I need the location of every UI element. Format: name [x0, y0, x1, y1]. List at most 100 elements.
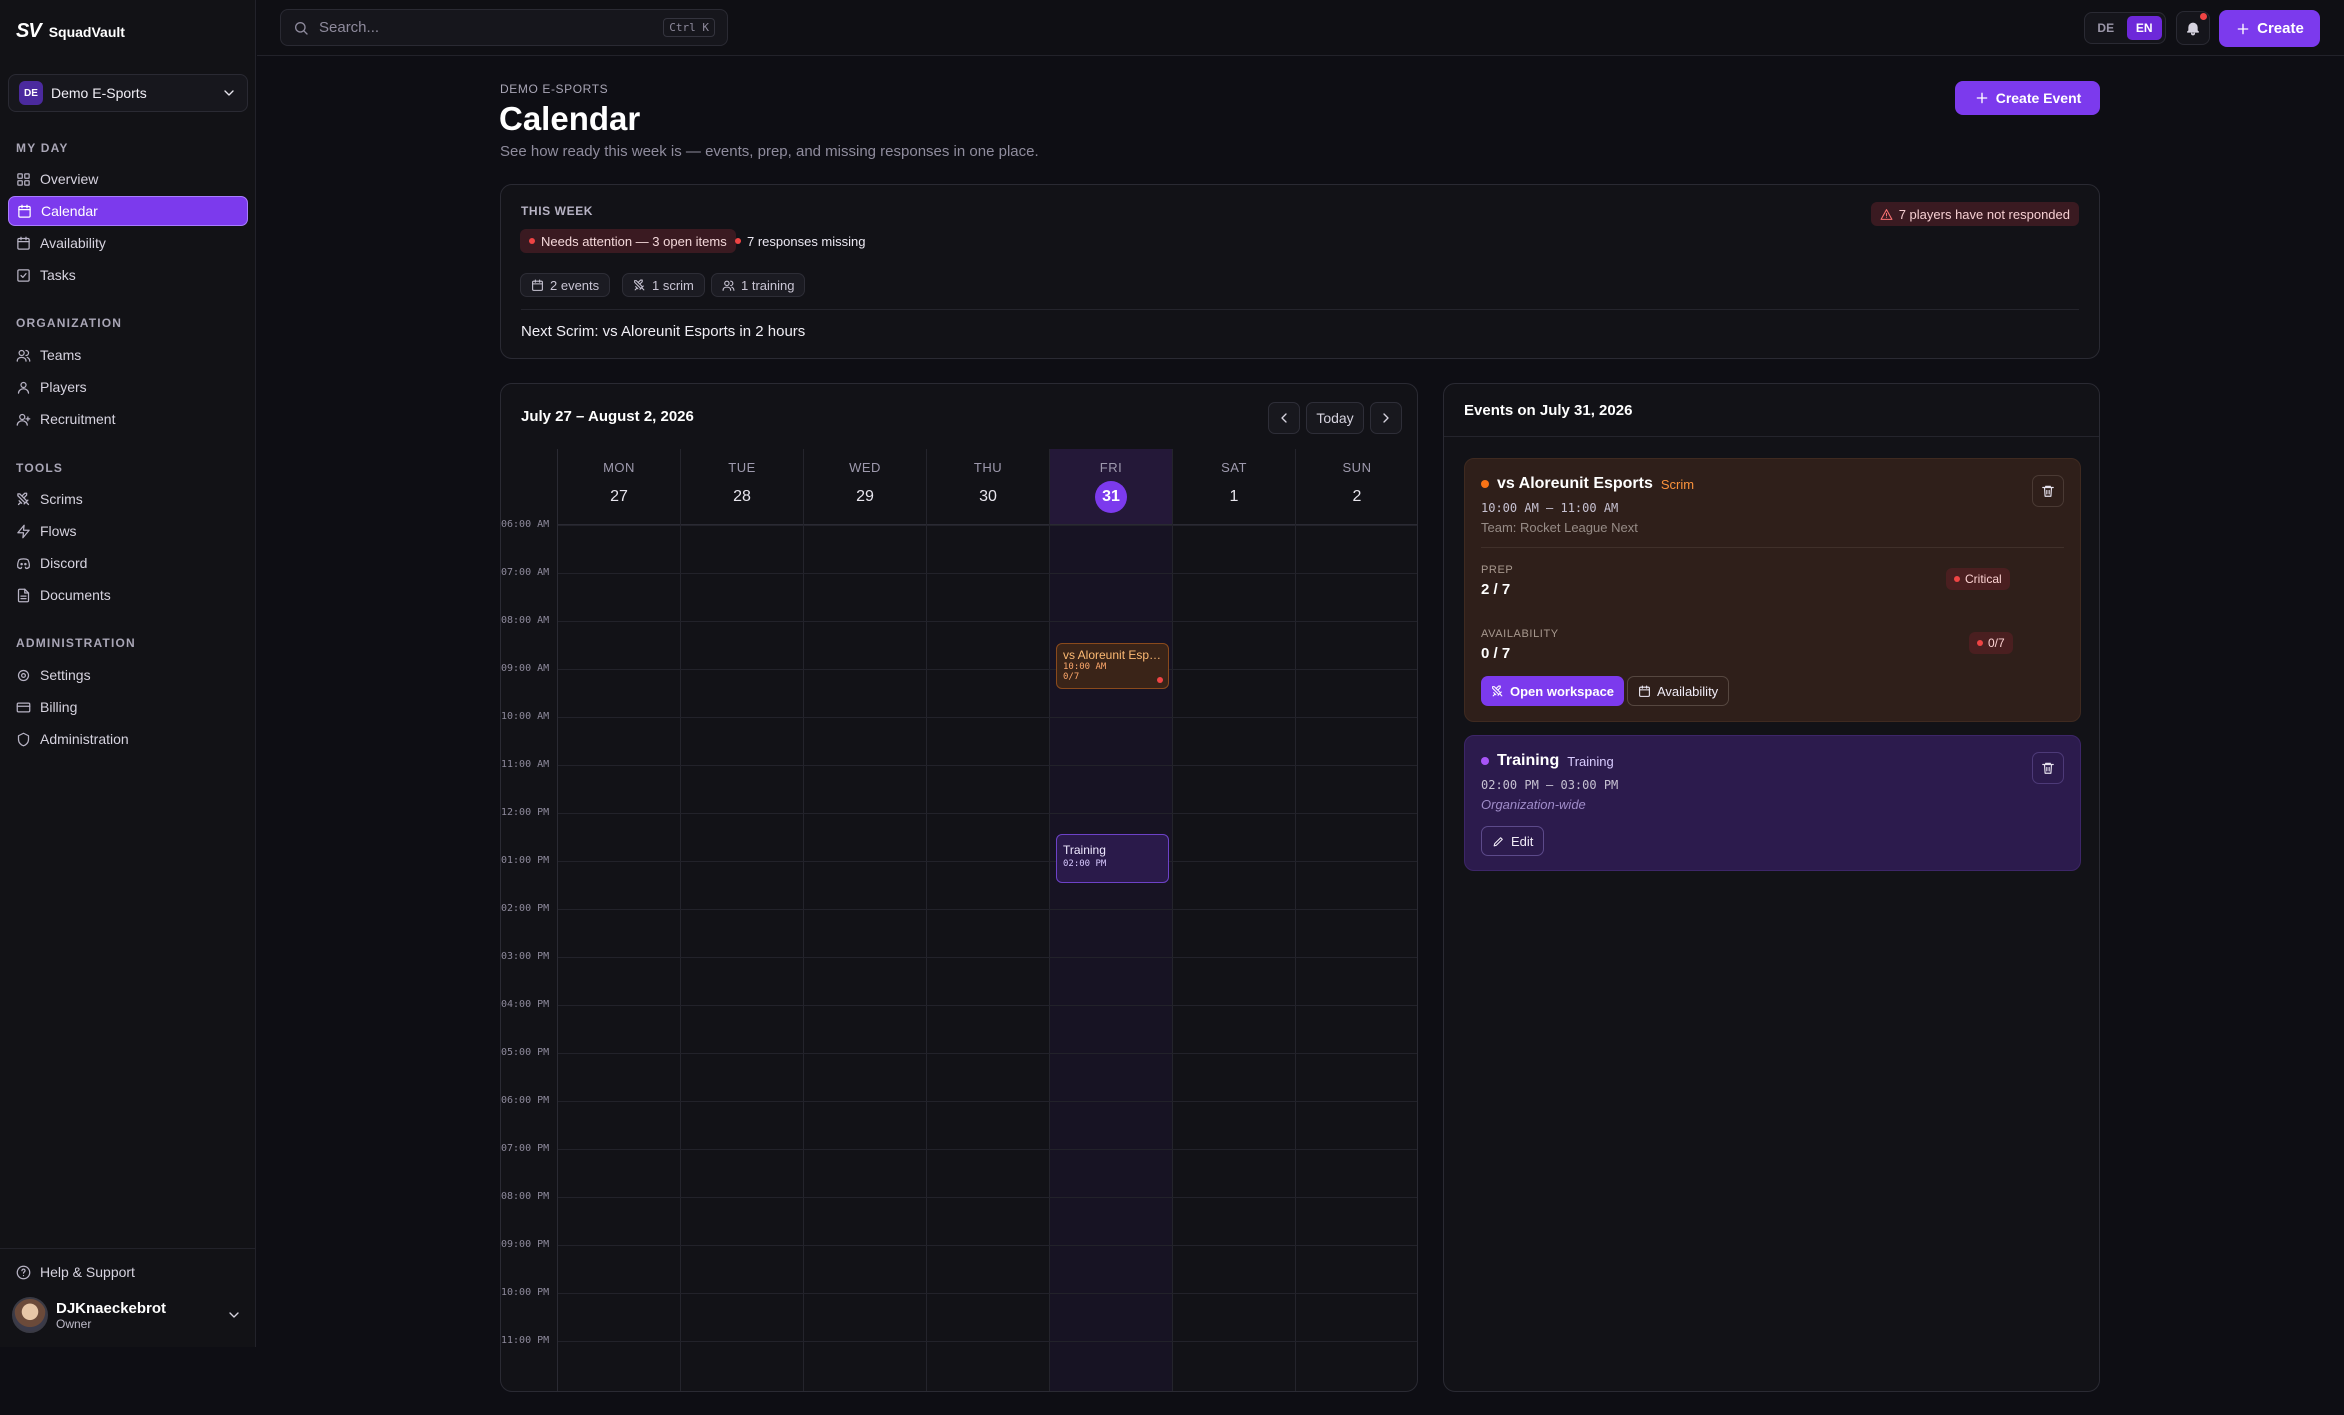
stat-scrims: 1 scrim	[622, 273, 705, 297]
nav-section-organization: ORGANIZATION	[16, 316, 123, 330]
hour-line	[558, 1341, 1417, 1342]
event-title: Training	[1063, 843, 1106, 857]
chevron-down-icon	[224, 90, 234, 96]
time-label: 07:00 PM	[501, 1143, 550, 1154]
status-dot	[1157, 677, 1163, 683]
availability-button-label: Availability	[1657, 683, 1719, 699]
sidebar-item-label: Administration	[40, 731, 129, 747]
users-icon	[722, 280, 735, 291]
delete-event-button[interactable]	[2032, 475, 2064, 507]
hour-line	[558, 1101, 1417, 1102]
time-label: 11:00 AM	[501, 759, 550, 770]
org-switcher[interactable]: DE Demo E-Sports	[8, 74, 248, 112]
delete-event-button[interactable]	[2032, 752, 2064, 784]
day-column[interactable]: SAT 1	[1173, 449, 1296, 1391]
next-scrim-text: Next Scrim: vs Aloreunit Esports in 2 ho…	[521, 323, 806, 340]
sidebar-item-administration[interactable]: Administration	[8, 724, 248, 754]
app-logo[interactable]: SV SquadVault	[16, 20, 125, 43]
edit-label: Edit	[1511, 833, 1534, 849]
create-event-label: Create Event	[1995, 90, 2082, 106]
create-button[interactable]: Create	[2219, 10, 2320, 47]
event-title-row: Training Training	[1481, 752, 1614, 770]
next-week-button[interactable]	[1370, 402, 1402, 434]
sidebar-item-label: Billing	[40, 699, 78, 715]
event-card-training[interactable]: Training Training 02:00 PM – 03:00 PM Or…	[1464, 735, 2081, 871]
hour-line	[558, 621, 1417, 622]
time-label: 10:00 PM	[501, 1287, 550, 1298]
sidebar-item-calendar[interactable]: Calendar	[8, 196, 248, 226]
prev-week-button[interactable]	[1268, 402, 1300, 434]
sidebar-item-teams[interactable]: Teams	[8, 340, 248, 370]
today-button[interactable]: Today	[1306, 402, 1364, 434]
sidebar-item-discord[interactable]: Discord	[8, 548, 248, 578]
help-circle-icon	[16, 1265, 31, 1279]
day-column[interactable]: WED 29	[804, 449, 927, 1391]
status-dot	[735, 238, 741, 244]
trash-icon	[2042, 762, 2054, 774]
notification-dot	[2200, 13, 2207, 20]
events-panel-title: Events on July 31, 2026	[1464, 402, 1633, 419]
status-dot	[1481, 480, 1489, 488]
swords-icon	[17, 492, 30, 505]
hour-line	[558, 1197, 1417, 1198]
search-shortcut: Ctrl K	[663, 18, 715, 37]
search-input[interactable]	[319, 19, 654, 36]
notifications-button[interactable]	[2176, 11, 2210, 45]
attention-text: Needs attention — 3 open items	[541, 233, 727, 249]
day-column[interactable]: FRI 31	[1050, 449, 1173, 1391]
sidebar-item-label: Players	[40, 379, 87, 395]
lang-de[interactable]: DE	[2088, 16, 2124, 40]
day-name: THU	[973, 460, 1003, 475]
sidebar-item-documents[interactable]: Documents	[8, 580, 248, 610]
sidebar-item-scrims[interactable]: Scrims	[8, 484, 248, 514]
topbar: Ctrl K DE EN Create	[257, 0, 2344, 56]
prep-status-badge: Critical	[1946, 568, 2010, 590]
open-workspace-button[interactable]: Open workspace	[1481, 676, 1625, 706]
day-number: 27	[610, 488, 628, 505]
hour-line	[558, 1293, 1417, 1294]
search-box[interactable]: Ctrl K	[280, 9, 728, 46]
sidebar-item-overview[interactable]: Overview	[8, 164, 248, 194]
calendar-event-scrim[interactable]: vs Aloreunit Espo... 10:00 AM 0/7	[1056, 643, 1169, 689]
help-support-link[interactable]: Help & Support	[8, 1257, 248, 1287]
divider	[521, 309, 2079, 310]
day-column[interactable]: MON 27	[558, 449, 681, 1391]
calendar-event-training[interactable]: Training 02:00 PM	[1056, 834, 1169, 883]
event-card-scrim[interactable]: vs Aloreunit Esports Scrim 10:00 AM – 11…	[1464, 458, 2081, 722]
availability-status: 0/7	[1988, 636, 2005, 650]
day-column[interactable]: TUE 28	[681, 449, 804, 1391]
sidebar-item-settings[interactable]: Settings	[8, 660, 248, 690]
user-menu[interactable]: DJKnaeckebrot Owner	[12, 1295, 242, 1335]
edit-event-button[interactable]: Edit	[1481, 826, 1545, 856]
stat-training-text: 1 training	[741, 277, 795, 293]
bell-icon	[2187, 22, 2199, 36]
players-alert-badge[interactable]: 7 players have not responded	[1870, 202, 2079, 226]
sidebar-item-players[interactable]: Players	[8, 372, 248, 402]
hour-line	[558, 765, 1417, 766]
sidebar-item-tasks[interactable]: Tasks	[8, 260, 248, 290]
day-header: FRI 31	[1050, 449, 1172, 525]
status-dot	[1481, 757, 1489, 765]
nav-section-administration: ADMINISTRATION	[16, 636, 136, 650]
availability-button[interactable]: Availability	[1627, 676, 1730, 706]
sidebar-item-billing[interactable]: Billing	[8, 692, 248, 722]
event-name: Training	[1497, 752, 1560, 769]
time-label: 07:00 AM	[501, 567, 550, 578]
search-icon	[295, 21, 308, 35]
status-dot	[1977, 640, 1983, 646]
calendar-card: July 27 – August 2, 2026 Today MON 27 TUE 2…	[500, 383, 1418, 1392]
sidebar-item-label: Teams	[40, 347, 82, 363]
day-column[interactable]: SUN 2	[1296, 449, 1417, 1391]
zap-icon	[17, 524, 30, 538]
day-column[interactable]: THU 30	[927, 449, 1050, 1391]
divider	[1481, 547, 2064, 548]
plus-icon	[1976, 92, 1988, 104]
sidebar-item-recruitment[interactable]: Recruitment	[8, 404, 248, 434]
org-name: Demo E-Sports	[51, 85, 147, 101]
sidebar-item-flows[interactable]: Flows	[8, 516, 248, 546]
sidebar-item-label: Recruitment	[40, 411, 116, 427]
user-name: DJKnaeckebrot	[56, 1299, 167, 1317]
lang-en[interactable]: EN	[2126, 16, 2162, 40]
create-event-button[interactable]: Create Event	[1955, 81, 2100, 115]
sidebar-item-availability[interactable]: Availability	[8, 228, 248, 258]
